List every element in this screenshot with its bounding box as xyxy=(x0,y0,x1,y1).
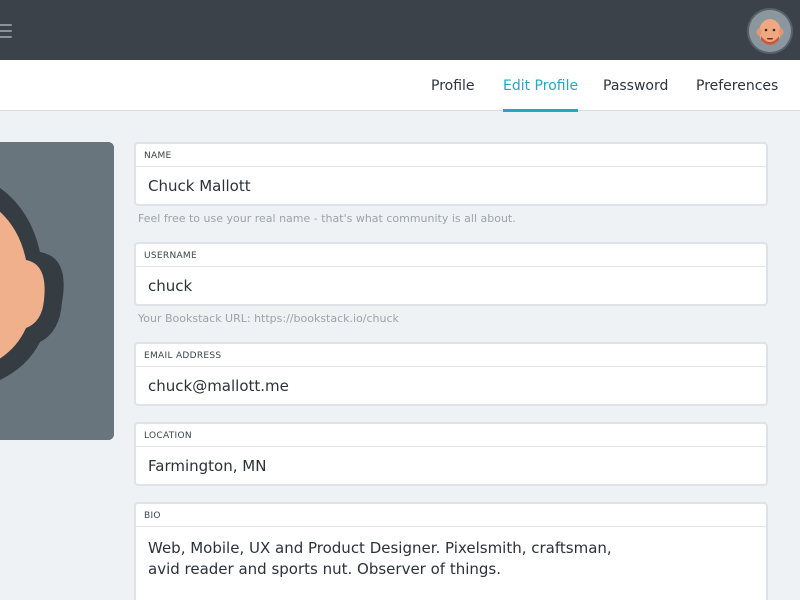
name-input[interactable]: Chuck Mallott xyxy=(136,167,766,204)
name-helper-text: Feel free to use your real name - that's… xyxy=(138,212,516,225)
profile-photo[interactable] xyxy=(0,142,114,440)
location-field: LOCATION Farmington, MN xyxy=(134,422,768,486)
avatar-face-icon xyxy=(749,10,791,52)
tab-profile[interactable]: Profile xyxy=(431,60,475,111)
bio-label: BIO xyxy=(136,504,766,527)
name-field: NAME Chuck Mallott xyxy=(134,142,768,206)
top-bar xyxy=(0,0,800,60)
email-field: EMAIL ADDRESS chuck@mallott.me xyxy=(134,342,768,406)
name-label: NAME xyxy=(136,144,766,167)
location-label: LOCATION xyxy=(136,424,766,447)
profile-photo-illustration xyxy=(0,142,114,440)
tab-password[interactable]: Password xyxy=(603,60,668,111)
bio-textarea[interactable]: Web, Mobile, UX and Product Designer. Pi… xyxy=(136,527,616,600)
username-label: USERNAME xyxy=(136,244,766,267)
tab-preferences[interactable]: Preferences xyxy=(696,60,778,111)
email-label: EMAIL ADDRESS xyxy=(136,344,766,367)
profile-tabs: Profile Edit Profile Password Preference… xyxy=(0,60,800,112)
location-input[interactable]: Farmington, MN xyxy=(136,447,766,484)
email-input[interactable]: chuck@mallott.me xyxy=(136,367,766,404)
hamburger-icon[interactable] xyxy=(0,24,12,38)
username-input[interactable]: chuck xyxy=(136,267,766,304)
username-field: USERNAME chuck xyxy=(134,242,768,306)
avatar[interactable] xyxy=(749,10,791,52)
bio-field: BIO Web, Mobile, UX and Product Designer… xyxy=(134,502,768,600)
username-helper-text: Your Bookstack URL: https://bookstack.io… xyxy=(138,312,399,325)
tab-edit-profile[interactable]: Edit Profile xyxy=(503,60,579,112)
